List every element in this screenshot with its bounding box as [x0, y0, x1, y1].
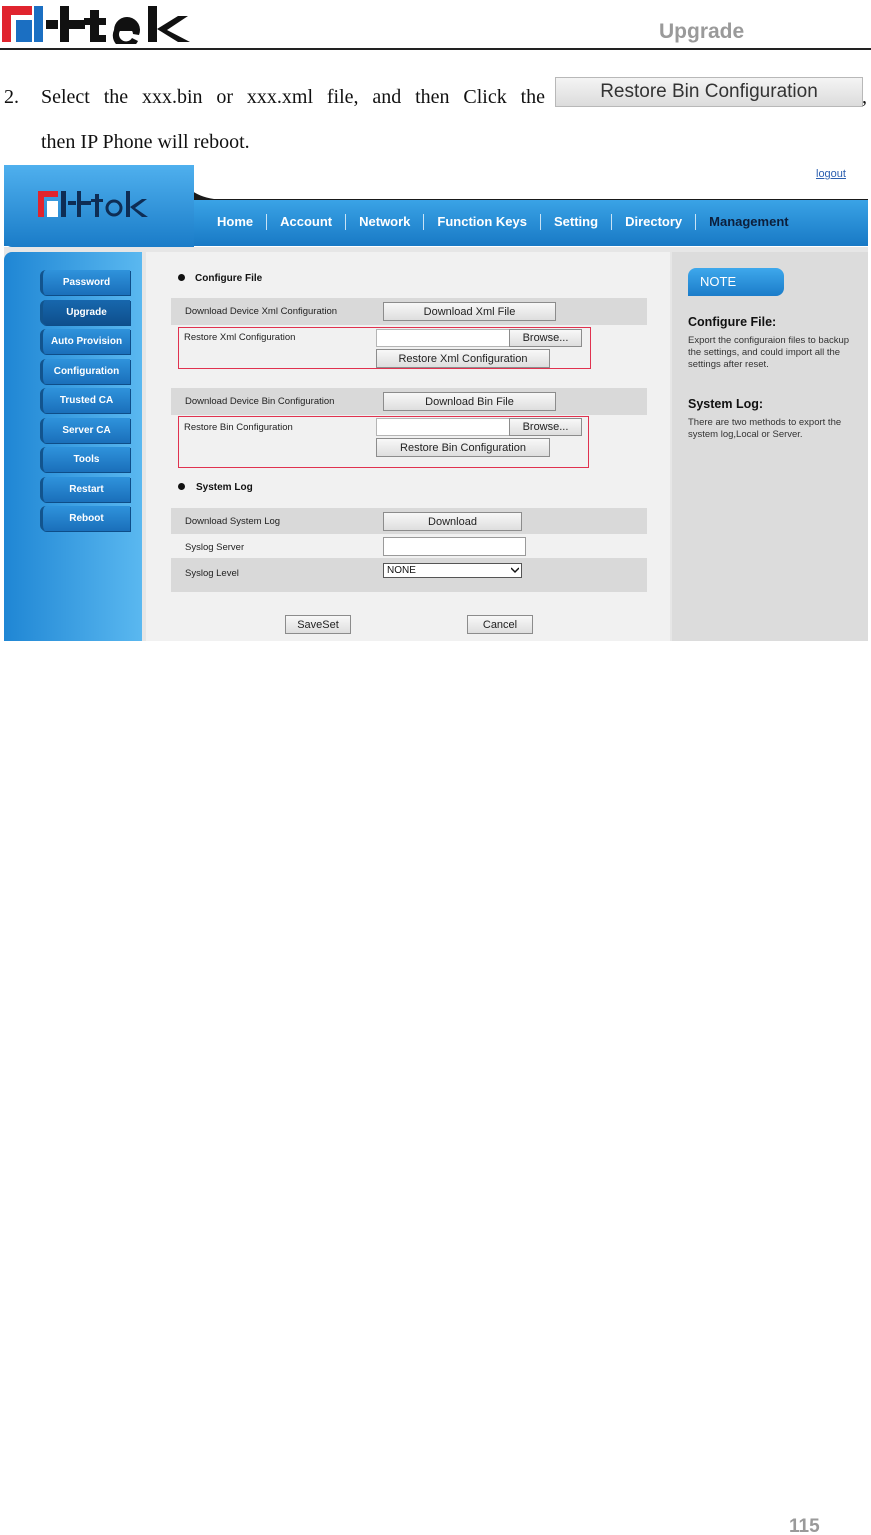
download-bin-label: Download Device Bin Configuration	[185, 396, 335, 407]
system-log-bullet	[178, 483, 185, 490]
main-nav: Home Account Network Function Keys Setti…	[204, 209, 802, 235]
sidebar-item-tools[interactable]: Tools	[40, 447, 130, 472]
saveset-button[interactable]: SaveSet	[285, 615, 351, 634]
syslog-server-label: Syslog Server	[185, 542, 245, 553]
download-log-label: Download System Log	[185, 516, 281, 527]
sidebar-item-upgrade[interactable]: Upgrade	[40, 300, 130, 325]
header-swoosh	[144, 165, 868, 205]
page-number: 115	[789, 1516, 820, 1535]
step-comma: ,	[862, 86, 867, 108]
document-header: Upgrade	[0, 0, 871, 50]
browse-bin-button[interactable]: Browse...	[509, 418, 582, 436]
configure-file-bullet	[178, 274, 185, 281]
sidebar-item-trusted-ca[interactable]: Trusted CA	[40, 388, 130, 413]
restore-xml-label: Restore Xml Configuration	[184, 332, 296, 343]
syslog-level-label: Syslog Level	[185, 568, 239, 579]
section-title: Upgrade	[659, 20, 745, 43]
nav-account[interactable]: Account	[267, 214, 347, 230]
restore-xml-file-path[interactable]	[376, 329, 510, 347]
note-system-log-heading: System Log:	[688, 397, 764, 411]
note-configure-file-heading: Configure File:	[688, 315, 777, 329]
sidebar-item-auto-provision[interactable]: Auto Provision	[40, 329, 130, 354]
nav-home[interactable]: Home	[204, 214, 268, 230]
system-log-title: System Log	[196, 482, 253, 493]
restore-bin-file-path[interactable]	[376, 418, 510, 436]
step-instruction-line1: Select the xxx.bin or xxx.xml file, and …	[41, 86, 545, 108]
nav-directory[interactable]: Directory	[612, 214, 697, 230]
syslog-level-value: NONE	[387, 565, 416, 576]
restore-bin-label: Restore Bin Configuration	[184, 422, 293, 433]
download-bin-button[interactable]: Download Bin File	[383, 392, 556, 411]
web-ui-htek-logo	[38, 191, 148, 217]
nav-setting[interactable]: Setting	[541, 214, 613, 230]
nav-function-keys[interactable]: Function Keys	[424, 214, 541, 230]
syslog-level-select[interactable]: NONE	[383, 563, 522, 578]
sidebar-item-configuration[interactable]: Configuration	[40, 359, 130, 384]
sidebar-item-reboot[interactable]: Reboot	[40, 506, 130, 531]
restore-bin-button[interactable]: Restore Bin Configuration	[376, 438, 550, 457]
logout-link[interactable]: logout	[816, 168, 846, 180]
download-xml-label: Download Device Xml Configuration	[185, 306, 338, 317]
syslog-server-input[interactable]	[383, 537, 526, 556]
note-tab: NOTE	[688, 268, 784, 296]
chevron-down-icon	[511, 567, 519, 574]
cancel-button[interactable]: Cancel	[467, 615, 533, 634]
sidebar-item-password[interactable]: Password	[40, 270, 130, 295]
inline-restore-bin-button-image: Restore Bin Configuration	[555, 77, 863, 107]
note-system-log-text: There are two methods to export the syst…	[688, 417, 842, 440]
note-configure-file-text: Export the configuraion files to backup …	[688, 335, 850, 370]
sidebar-item-restart[interactable]: Restart	[40, 477, 130, 502]
download-log-button[interactable]: Download	[383, 512, 522, 531]
note-panel	[672, 252, 868, 641]
restore-xml-button[interactable]: Restore Xml Configuration	[376, 349, 550, 368]
nav-management[interactable]: Management	[696, 214, 801, 230]
nav-network[interactable]: Network	[346, 214, 425, 230]
configure-file-title: Configure File	[195, 273, 263, 284]
step-number: 2.	[4, 86, 19, 108]
phone-web-ui-screenshot: logout Home Account Network Function Key…	[4, 165, 868, 641]
sidebar-item-server-ca[interactable]: Server CA	[40, 418, 130, 443]
step-instruction-line2: then IP Phone will reboot.	[41, 131, 250, 153]
download-xml-button[interactable]: Download Xml File	[383, 302, 556, 321]
htek-logo	[2, 6, 190, 44]
browse-xml-button[interactable]: Browse...	[509, 329, 582, 347]
